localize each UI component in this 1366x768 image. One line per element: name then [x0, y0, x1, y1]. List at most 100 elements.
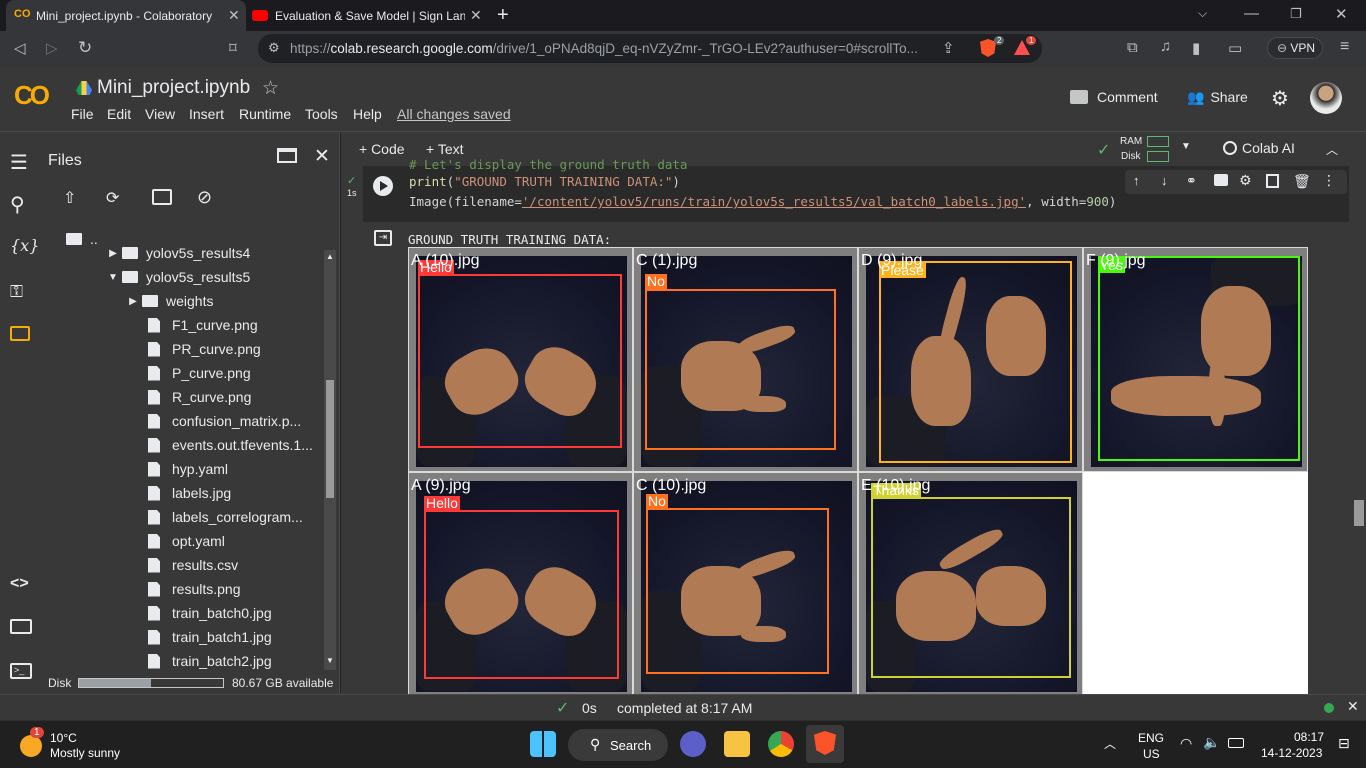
scroll-down-icon[interactable]: ▼ [326, 656, 334, 665]
chevron-right-icon[interactable]: ▶ [124, 296, 142, 307]
volume-icon[interactable]: 🔈 [1203, 734, 1220, 751]
tree-item-file[interactable]: R_curve.png [148, 386, 251, 408]
clock-time[interactable]: 08:17 [1294, 730, 1324, 744]
notifications-icon[interactable]: ⊟ [1338, 735, 1350, 752]
bookmark-icon[interactable]: ⌑ [229, 39, 237, 57]
upload-icon[interactable]: ⇧ [63, 188, 76, 208]
address-bar[interactable]: ⚙ https://colab.research.google.com/driv… [258, 34, 1042, 63]
hide-files-icon[interactable]: ⊘ [197, 187, 212, 208]
tree-item-file[interactable]: P_curve.png [148, 362, 251, 384]
taskbar-search[interactable]: ⚲ Search [568, 729, 668, 761]
search-icon[interactable]: ⚲ [10, 192, 25, 217]
ram-meter[interactable] [1147, 136, 1169, 147]
colab-ai-button[interactable]: Colab AI [1223, 140, 1295, 156]
mirror-cell-icon[interactable] [1266, 174, 1279, 188]
new-tab-icon[interactable]: + [497, 4, 509, 27]
tree-item-file[interactable]: train_batch2.jpg [148, 650, 272, 672]
add-code-button[interactable]: + Code [359, 141, 405, 157]
share-url-icon[interactable]: ⇪ [942, 39, 955, 57]
wifi-icon[interactable]: ◠ [1180, 735, 1192, 752]
close-tab-icon[interactable]: ✕ [470, 7, 482, 24]
menu-insert[interactable]: Insert [189, 106, 224, 122]
cell-settings-icon[interactable]: ⚙ [1239, 172, 1252, 189]
tab-evaluation[interactable]: Evaluation & Save Model | Sign Langu ✕ [248, 0, 488, 31]
clock-date[interactable]: 14-12-2023 [1261, 746, 1322, 760]
tree-item-file[interactable]: labels.jpg [148, 482, 231, 504]
weather-widget[interactable]: 1 10°C Mostly sunny [16, 727, 156, 761]
tree-item-file[interactable]: results.png [148, 578, 240, 600]
menu-tools[interactable]: Tools [305, 106, 338, 122]
refresh-folder-icon[interactable]: ⟳ [106, 188, 119, 208]
close-status-icon[interactable]: ✕ [1347, 698, 1359, 715]
tab-colab[interactable]: CO Mini_project.ipynb - Colaboratory ✕ [6, 0, 246, 31]
back-icon[interactable]: ◁ [14, 39, 26, 57]
link-icon[interactable]: ⚭ [1186, 173, 1197, 189]
secrets-key-icon[interactable]: ⚿ [10, 282, 23, 302]
menu-file[interactable]: File [71, 106, 94, 122]
settings-gear-icon[interactable]: ⚙ [1271, 86, 1289, 111]
delete-icon[interactable]: 🗑 [1293, 173, 1311, 190]
command-palette-icon[interactable] [10, 619, 32, 634]
wallet-icon[interactable]: ▭ [1228, 39, 1242, 57]
tree-item-file[interactable]: events.out.tfevents.1... [148, 434, 313, 456]
chrome-icon[interactable] [768, 731, 794, 757]
share-button[interactable]: 👥 Share [1187, 89, 1248, 106]
lang-line2[interactable]: US [1143, 747, 1160, 761]
terminal-icon[interactable]: >_ [10, 663, 32, 679]
menu-edit[interactable]: Edit [107, 106, 131, 122]
chevron-down-icon[interactable]: ⌵ [1198, 6, 1207, 21]
tree-item-folder[interactable]: ▶ weights [124, 290, 213, 312]
forward-icon[interactable]: ▷ [46, 39, 58, 57]
tree-item-file[interactable]: PR_curve.png [148, 338, 261, 360]
move-down-icon[interactable]: ↓ [1161, 173, 1168, 188]
lang-line1[interactable]: ENG [1138, 731, 1164, 745]
tray-chevron-up-icon[interactable]: ︿ [1104, 735, 1116, 752]
menu-help[interactable]: Help [353, 106, 382, 122]
extensions-icon[interactable]: ⧉ [1127, 39, 1138, 56]
close-tab-icon[interactable]: ✕ [228, 7, 240, 24]
meet-app-icon[interactable] [680, 731, 706, 757]
media-icon[interactable]: ♫ [1160, 38, 1171, 55]
comment-cell-icon[interactable] [1214, 174, 1228, 186]
menu-runtime[interactable]: Runtime [239, 106, 291, 122]
move-up-icon[interactable]: ↑ [1133, 173, 1140, 188]
run-cell-button[interactable] [373, 176, 393, 196]
runtime-dropdown-icon[interactable]: ▼ [1181, 141, 1191, 152]
tree-item-file[interactable]: hyp.yaml [148, 458, 228, 480]
output-toggle-icon[interactable]: ⇥ [374, 230, 392, 246]
code-cell[interactable]: # Let's display the ground truth data pr… [363, 157, 1349, 222]
files-folder-icon[interactable] [10, 326, 30, 341]
user-avatar[interactable] [1310, 82, 1342, 114]
chevron-right-icon[interactable]: ▶ [104, 248, 122, 259]
tree-item-file[interactable]: confusion_matrix.p... [148, 410, 301, 432]
reload-icon[interactable]: ↻ [78, 38, 92, 58]
notebook-scrollbar-thumb[interactable] [1354, 500, 1364, 526]
close-panel-icon[interactable]: ✕ [314, 145, 330, 168]
vpn-button[interactable]: ⊖ VPN [1267, 37, 1323, 59]
scroll-thumb[interactable] [326, 380, 334, 498]
tree-item-file[interactable]: train_batch1.jpg [148, 626, 272, 648]
tree-item-file[interactable]: train_batch0.jpg [148, 602, 272, 624]
sidebar-toggle-icon[interactable]: ▮ [1192, 39, 1200, 57]
tree-item-file[interactable]: opt.yaml [148, 530, 225, 552]
mount-drive-icon[interactable] [152, 189, 172, 205]
tree-item-folder[interactable]: ▶ yolov5s_results4 [104, 242, 250, 264]
more-options-icon[interactable]: ⋮ [1322, 172, 1336, 189]
chevron-down-icon[interactable]: ▼ [104, 272, 122, 283]
code-snippets-icon[interactable]: <> [10, 575, 29, 593]
restore-icon[interactable]: ❐ [1290, 6, 1302, 22]
notebook-title[interactable]: Mini_project.ipynb [97, 77, 250, 99]
minimize-icon[interactable]: — [1244, 5, 1259, 22]
menu-icon[interactable]: ≡ [1340, 38, 1349, 56]
disk-meter[interactable] [1147, 151, 1169, 162]
scroll-up-icon[interactable]: ▲ [326, 252, 334, 261]
table-of-contents-icon[interactable]: ☰ [10, 150, 28, 175]
star-icon[interactable]: ☆ [262, 77, 279, 100]
close-window-icon[interactable]: ✕ [1335, 5, 1348, 23]
open-in-tab-icon[interactable] [277, 148, 297, 163]
collapse-header-icon[interactable]: ︿ [1326, 141, 1338, 158]
colab-logo[interactable]: CO [14, 80, 50, 111]
brave-taskbar-icon[interactable] [806, 725, 844, 763]
add-text-button[interactable]: + Text [426, 141, 464, 157]
tree-item-folder[interactable]: ▼ yolov5s_results5 [104, 266, 250, 288]
